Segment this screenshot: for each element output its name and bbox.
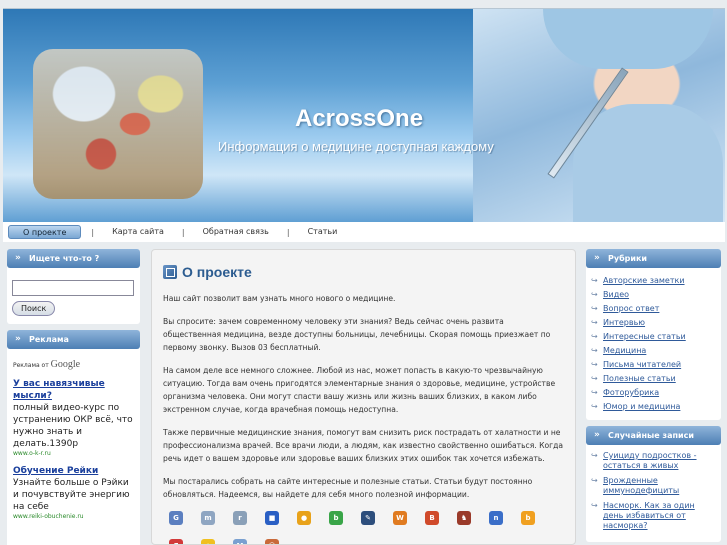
mister-wong-icon[interactable]: W [393, 511, 407, 525]
google-bookmark-icon[interactable]: G [169, 511, 183, 525]
search-widget-title: » Ищете что-то ? [7, 249, 140, 268]
ads-widget-label: Реклама [29, 335, 69, 344]
page-icon [163, 265, 177, 279]
category-item[interactable]: Видео [591, 288, 717, 302]
yandex-icon[interactable]: Я [169, 539, 183, 544]
category-item[interactable]: Фоторубрика [591, 386, 717, 400]
ad-text: полный видео-курс по устранению ОКР всё,… [13, 403, 133, 449]
social-bookmarks: Gm r ■ ● b ✎ W B ♞ n b Я ★ M ☺ [163, 511, 563, 544]
nav-separator: | [286, 227, 290, 237]
category-item[interactable]: Вопрос ответ [591, 302, 717, 316]
paragraph: Наш сайт позволит вам узнать много новог… [163, 294, 396, 303]
search-widget-label: Ищете что-то ? [29, 254, 100, 263]
search-button[interactable]: Поиск [12, 301, 56, 316]
main-content: О проекте Наш сайт позволит вам узнать м… [151, 249, 576, 545]
surgical-mask [573, 104, 723, 222]
chess-icon[interactable]: ♞ [457, 511, 471, 525]
ad-url[interactable]: www.reiki-obuchenie.ru [13, 513, 134, 520]
categories-widget-label: Рубрики [608, 254, 648, 263]
doctor-image [473, 9, 725, 222]
double-chevron-icon: » [15, 253, 21, 263]
favorites-star-icon[interactable]: ★ [201, 539, 215, 544]
page-title: О проекте [163, 264, 564, 280]
shell-icon[interactable]: ● [297, 511, 311, 525]
random-post-item[interactable]: Суициду подростков - остаться в живых [591, 451, 717, 471]
double-chevron-icon: » [15, 334, 21, 344]
double-chevron-icon: » [594, 253, 600, 263]
nav-item-articles[interactable]: Статьи [300, 225, 346, 239]
category-item[interactable]: Интересные статьи [591, 330, 717, 344]
ad-url[interactable]: www.o-k-r.ru [13, 450, 134, 457]
site-header: AcrossOne Информация о медицине доступна… [3, 8, 725, 222]
ads-by-label: Реклама от [13, 362, 49, 369]
category-item[interactable]: Медицина [591, 344, 717, 358]
search-input[interactable] [12, 280, 134, 296]
categories-widget: » Рубрики Авторские заметки Видео Вопрос… [586, 249, 721, 420]
face-icon[interactable]: ☺ [265, 539, 279, 544]
bobr-icon[interactable]: b [329, 511, 343, 525]
paragraph: Также первичные медицинские знания, помо… [163, 428, 564, 463]
reddit-icon[interactable]: r [233, 511, 247, 525]
page-title-text: О проекте [182, 264, 252, 280]
nav-item-about[interactable]: О проекте [8, 225, 82, 239]
memori-icon[interactable]: m [201, 511, 215, 525]
nav-item-feedback[interactable]: Обратная связь [195, 225, 277, 239]
news2-icon[interactable]: n [489, 511, 503, 525]
category-item[interactable]: Интервью [591, 316, 717, 330]
pills-image [33, 49, 203, 199]
myspace-icon[interactable]: M [233, 539, 247, 544]
double-chevron-icon: » [594, 430, 600, 440]
ad-text: Узнайте больше о Рэйки и почувствуйте эн… [13, 478, 130, 512]
category-item[interactable]: Авторские заметки [591, 274, 717, 288]
search-widget: » Ищете что-то ? Поиск [7, 249, 140, 324]
ads-by-google[interactable]: Реклама от Google [13, 359, 134, 370]
lj-icon[interactable]: ✎ [361, 511, 375, 525]
ads-content: Реклама от Google У вас навязчивые мысли… [7, 349, 140, 545]
ads-widget-title: » Реклама [7, 330, 140, 349]
random-posts-widget-title: » Случайные записи [586, 426, 721, 445]
ad-link[interactable]: Обучение Рейки [13, 465, 134, 477]
random-posts-list: Суициду подростков - остаться в живых Вр… [586, 445, 721, 542]
site-description: Информация о медицине доступная каждому [218, 139, 494, 154]
left-sidebar: » Ищете что-то ? Поиск » Реклама Реклама… [7, 249, 140, 545]
site-title[interactable]: AcrossOne [295, 105, 423, 133]
random-post-item[interactable]: Врожденные иммунодефициты [591, 476, 717, 496]
nav-separator: | [181, 227, 185, 237]
blogger-icon[interactable]: b [521, 511, 535, 525]
ad-link[interactable]: У вас навязчивые мысли? [13, 378, 134, 402]
google-logo: Google [50, 359, 81, 370]
category-item[interactable]: Юмор и медицина [591, 400, 717, 414]
categories-widget-title: » Рубрики [586, 249, 721, 268]
right-sidebar: » Рубрики Авторские заметки Видео Вопрос… [586, 249, 721, 545]
surgical-cap [543, 9, 713, 69]
delicious-icon[interactable]: ■ [265, 511, 279, 525]
bookmark-icon[interactable]: B [425, 511, 439, 525]
random-posts-widget-label: Случайные записи [608, 431, 694, 440]
categories-list: Авторские заметки Видео Вопрос ответ Инт… [586, 268, 721, 420]
paragraph: Вы спросите: зачем современному человеку… [163, 317, 551, 352]
random-post-item[interactable]: Насморк. Как за один день избавиться от … [591, 501, 717, 531]
ad-item: У вас навязчивые мысли? полный видео-кур… [13, 378, 134, 457]
main-nav: О проекте | Карта сайта | Обратная связь… [3, 222, 725, 242]
ad-item: Обучение Рейки Узнайте больше о Рэйки и … [13, 465, 134, 520]
category-item[interactable]: Полезные статьи [591, 372, 717, 386]
paragraph: Мы постарались собрать на сайте интересн… [163, 477, 533, 499]
nav-item-sitemap[interactable]: Карта сайта [104, 225, 172, 239]
nav-separator: | [91, 227, 95, 237]
random-posts-widget: » Случайные записи Суициду подростков - … [586, 426, 721, 542]
category-item[interactable]: Письма читателей [591, 358, 717, 372]
ads-widget: » Реклама Реклама от Google У вас навязч… [7, 330, 140, 545]
search-form: Поиск [7, 268, 140, 324]
paragraph: На самом деле все немного сложнее. Любой… [163, 366, 556, 414]
